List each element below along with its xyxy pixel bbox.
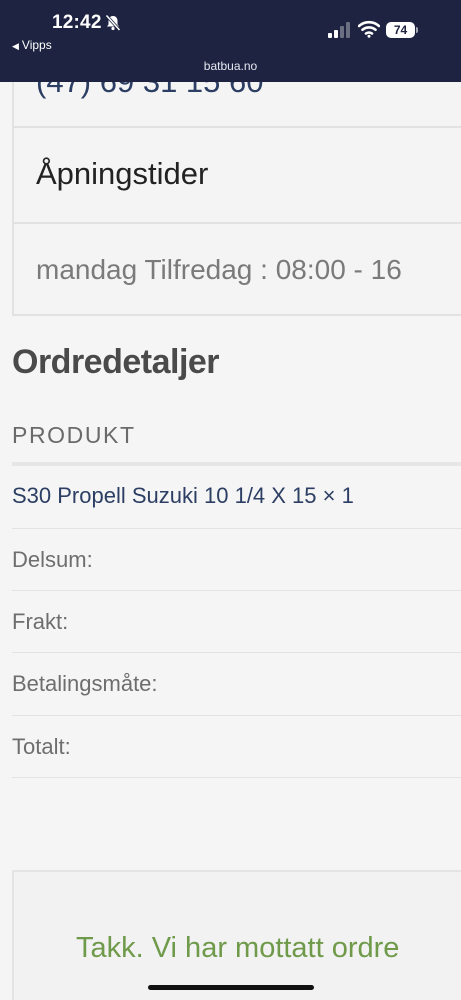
- order-received-page: 12:42 ◀Vipps batbua.no 74 (47): [0, 0, 461, 1000]
- wifi-icon: [358, 20, 380, 38]
- opening-hours-text: mandag Tilfredag : 08:00 - 16: [36, 254, 402, 285]
- product-item[interactable]: S30 Propell Suzuki 10 1/4 X 15 × 1: [12, 482, 354, 510]
- back-triangle-icon: ◀: [12, 41, 19, 51]
- store-info-box: (47) 69 31 15 60 Åpningstider mandag Til…: [12, 60, 461, 316]
- battery-level: 74: [386, 22, 415, 38]
- back-to-app-link[interactable]: ◀ Vipps: [12, 38, 52, 52]
- battery-icon: 74: [386, 22, 418, 38]
- thank-you-message: Takk. Vi har mottatt ordre: [76, 932, 400, 964]
- url-label: batbua.no: [203, 59, 258, 73]
- header-divider: [12, 462, 461, 466]
- product-column-header: PRODUKT: [12, 422, 136, 448]
- subtotal-label: Delsum:: [12, 547, 93, 572]
- total-label: Totalt:: [12, 734, 71, 759]
- clock: 12:42: [52, 12, 102, 33]
- payment-method-label: Betalingsmåte:: [12, 671, 158, 696]
- back-app-label: Vipps: [21, 38, 52, 52]
- shipping-label: Frakt:: [12, 609, 69, 634]
- divider: [14, 126, 461, 128]
- cellular-signal-icon: [328, 22, 350, 38]
- status-bar: 12:42 ◀ Vipps batbua.no 74: [0, 0, 461, 82]
- order-received-notice: Takk. Vi har mottatt ordre: [12, 870, 461, 1000]
- order-details-title: Ordredetaljer: [12, 343, 220, 381]
- divider: [14, 222, 461, 224]
- bell-slash-icon: [105, 14, 121, 32]
- opening-hours-heading: Åpningstider: [36, 156, 209, 191]
- home-indicator[interactable]: [148, 985, 314, 990]
